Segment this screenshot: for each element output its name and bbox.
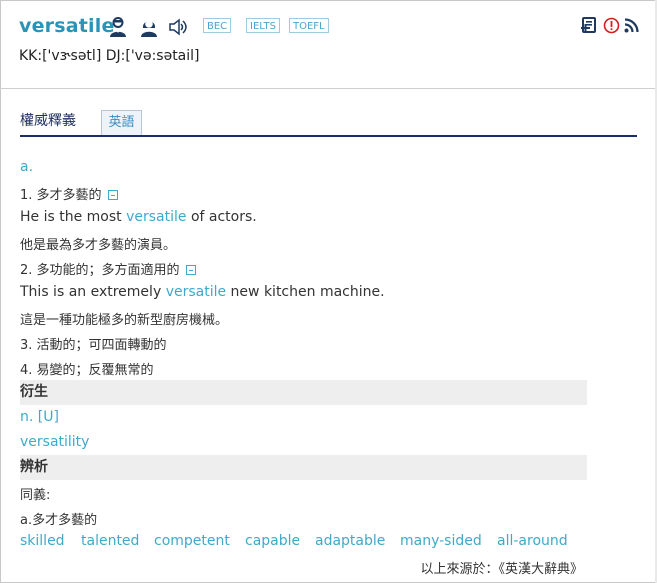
pronunciation: KK:['vɝsətl] DJ:['və:sətail] [19,48,200,64]
definition-tabs: 權威釋義 英語 [20,108,637,137]
sense-2: 2. 多功能的；多方面適用的 [20,259,196,278]
sense-2-text: 2. 多功能的；多方面適用的 [20,263,180,278]
pron-dj: DJ:['və:sətail] [105,48,200,64]
sense-1-example: He is the most versatile of actors. [20,209,257,225]
speaker-icon[interactable] [168,16,188,38]
synonym-link[interactable]: many-sided [400,533,482,549]
sense-1-text: 1. 多才多藝的 [20,188,102,203]
synonyms-label: 同義: [20,488,51,503]
tag-bec[interactable]: BEC [203,18,232,33]
example-text: He is the most [20,209,127,225]
example-highlight: versatile [165,284,227,300]
collapse-toggle[interactable] [107,190,118,200]
example-text: new kitchen machine. [226,284,385,300]
synonym-link[interactable]: talented [81,533,139,549]
sense-3: 3. 活動的；可四面轉動的 [20,338,167,353]
derived-word-link[interactable]: versatility [20,434,89,450]
section-analysis-heading: 辨析 [20,455,587,480]
synonym-link[interactable]: adaptable [315,533,385,549]
synonym-link[interactable]: all-around [497,533,568,549]
example-highlight: versatile [126,209,187,225]
entry-header: versatile BEC IELTS TOEFL KK:['vɝsətl] D… [0,0,655,89]
rss-icon[interactable] [623,17,640,34]
example-text: of actors. [186,209,257,225]
synonyms-sense: a.多才多藝的 [20,513,98,528]
alert-icon[interactable] [603,17,620,34]
sense-2-example: This is an extremely versatile new kitch… [20,284,385,300]
sense-1: 1. 多才多藝的 [20,184,118,203]
synonym-link[interactable]: skilled [20,533,65,549]
male-speaker-icon[interactable] [107,16,129,38]
synonym-link[interactable]: capable [245,533,300,549]
derived-pos: n. [U] [20,409,59,425]
sense-1-translation: 他是最為多才多藝的演員。 [20,238,177,253]
source-attribution: 以上來源於：《英漢大辭典》 [420,562,583,577]
sense-4: 4. 易變的；反覆無常的 [20,363,154,378]
collapse-toggle[interactable] [185,265,196,275]
headword: versatile [19,15,115,37]
tab-english[interactable]: 英語 [101,110,142,135]
synonym-link[interactable]: competent [154,533,230,549]
pron-kk: KK:['vɝsətl] [19,48,106,64]
tag-ielts[interactable]: IELTS [246,18,280,33]
tag-toefl[interactable]: TOEFL [289,18,329,33]
sense-2-translation: 這是一種功能極多的新型廚房機械。 [20,313,229,328]
example-text: This is an extremely [20,284,166,300]
section-derived-heading: 衍生 [20,380,587,405]
part-of-speech: a. [20,159,34,175]
tab-authoritative-definitions[interactable]: 權威釋義 [20,110,76,130]
female-speaker-icon[interactable] [138,16,160,38]
add-vocab-icon[interactable] [581,17,598,34]
